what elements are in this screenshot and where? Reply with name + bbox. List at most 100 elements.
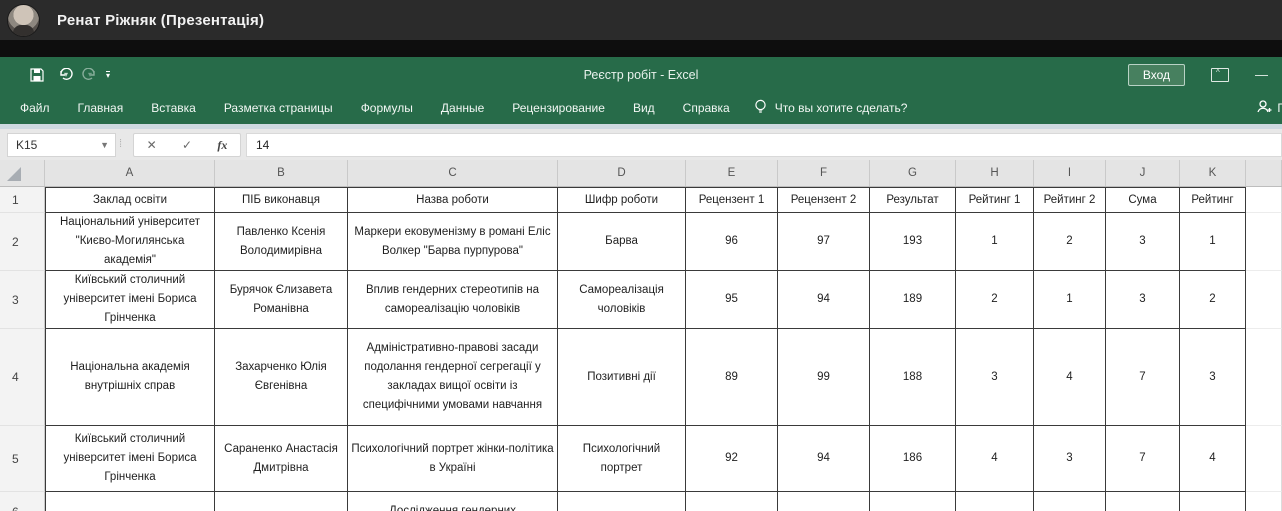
cell-B4[interactable]: Захарченко Юлія Євгенівна — [215, 329, 348, 426]
cell-H6[interactable] — [956, 492, 1034, 511]
cell-E3[interactable]: 95 — [686, 271, 778, 329]
cell-B6[interactable] — [215, 492, 348, 511]
cell-G4[interactable]: 188 — [870, 329, 956, 426]
customize-quick-access-icon[interactable]: ▾ — [106, 70, 111, 79]
cell-B1[interactable]: ПІБ виконавця — [215, 187, 348, 213]
cell-E1[interactable]: Рецензент 1 — [686, 187, 778, 213]
cell-K6[interactable] — [1180, 492, 1246, 511]
cell-K5[interactable]: 4 — [1180, 426, 1246, 492]
cell-I4[interactable]: 4 — [1034, 329, 1106, 426]
name-box-dropdown-icon[interactable]: ▼ — [100, 140, 109, 150]
cell-K3[interactable]: 2 — [1180, 271, 1246, 329]
ribbon-tab-6[interactable]: Рецензирование — [498, 92, 619, 124]
ribbon-tab-3[interactable]: Разметка страницы — [210, 92, 347, 124]
cell-D4[interactable]: Позитивні дії — [558, 329, 686, 426]
formula-input[interactable]: 14 — [246, 133, 1282, 157]
cell-G6[interactable] — [870, 492, 956, 511]
cell-I2[interactable]: 2 — [1034, 213, 1106, 271]
cell-B5[interactable]: Сараненко Анастасія Дмитрівна — [215, 426, 348, 492]
row-header-3[interactable]: 3 — [0, 271, 45, 329]
sign-in-button[interactable]: Вход — [1127, 63, 1185, 86]
cell-H1[interactable]: Рейтинг 1 — [956, 187, 1034, 213]
cell-J5[interactable]: 7 — [1106, 426, 1180, 492]
ribbon-tab-2[interactable]: Вставка — [137, 92, 210, 124]
cell-F3[interactable]: 94 — [778, 271, 870, 329]
cell-J2[interactable]: 3 — [1106, 213, 1180, 271]
ribbon-tab-4[interactable]: Формулы — [347, 92, 427, 124]
cell-C3[interactable]: Вплив гендерних стереотипів на самореалі… — [348, 271, 558, 329]
row-header-1[interactable]: 1 — [0, 187, 45, 213]
cell-E5[interactable]: 92 — [686, 426, 778, 492]
ribbon-tab-1[interactable]: Главная — [64, 92, 138, 124]
row-header-4[interactable]: 4 — [0, 329, 45, 426]
share-button[interactable]: П — [1256, 99, 1282, 117]
cell-A2[interactable]: Національний університет "Києво-Могилянс… — [45, 213, 215, 271]
cell-J4[interactable]: 7 — [1106, 329, 1180, 426]
cell-D1[interactable]: Шифр роботи — [558, 187, 686, 213]
cancel-entry-icon[interactable]: ✕ — [147, 138, 157, 152]
cell-B2[interactable]: Павленко Ксенія Володимирівна — [215, 213, 348, 271]
column-header-F[interactable]: F — [778, 160, 870, 186]
cell-D5[interactable]: Психологічний портрет — [558, 426, 686, 492]
cell-J6[interactable] — [1106, 492, 1180, 511]
cell-C2[interactable]: Маркери ековуменізму в романі Еліс Волке… — [348, 213, 558, 271]
column-header-A[interactable]: A — [45, 160, 215, 186]
column-header-B[interactable]: B — [215, 160, 348, 186]
cell-partial-6[interactable] — [1246, 492, 1282, 511]
cell-F4[interactable]: 99 — [778, 329, 870, 426]
row-header-2[interactable]: 2 — [0, 213, 45, 271]
cell-partial-5[interactable] — [1246, 426, 1282, 492]
insert-function-icon[interactable]: fx — [217, 138, 227, 153]
name-box[interactable]: K15 ▼ — [7, 133, 116, 157]
cell-C6[interactable]: Дослідження гендерних — [348, 492, 558, 511]
cell-J1[interactable]: Сума — [1106, 187, 1180, 213]
select-all-corner[interactable] — [0, 160, 45, 186]
tell-me-box[interactable]: Что вы хотите сделать? — [754, 99, 907, 118]
cell-K2[interactable]: 1 — [1180, 213, 1246, 271]
cell-I6[interactable] — [1034, 492, 1106, 511]
cell-C4[interactable]: Адміністративно-правові засади подолання… — [348, 329, 558, 426]
cell-A4[interactable]: Національна академія внутрішніх справ — [45, 329, 215, 426]
column-header-C[interactable]: C — [348, 160, 558, 186]
enter-entry-icon[interactable]: ✓ — [182, 138, 192, 152]
cell-J3[interactable]: 3 — [1106, 271, 1180, 329]
cell-H4[interactable]: 3 — [956, 329, 1034, 426]
cell-C5[interactable]: Психологічний портрет жінки-політика в У… — [348, 426, 558, 492]
cell-I1[interactable]: Рейтинг 2 — [1034, 187, 1106, 213]
cell-G1[interactable]: Результат — [870, 187, 956, 213]
cell-G2[interactable]: 193 — [870, 213, 956, 271]
ribbon-tab-7[interactable]: Вид — [619, 92, 669, 124]
cell-C1[interactable]: Назва роботи — [348, 187, 558, 213]
cell-partial-4[interactable] — [1246, 329, 1282, 426]
column-header-I[interactable]: I — [1034, 160, 1106, 186]
cell-F1[interactable]: Рецензент 2 — [778, 187, 870, 213]
cell-H3[interactable]: 2 — [956, 271, 1034, 329]
cell-E2[interactable]: 96 — [686, 213, 778, 271]
cell-F5[interactable]: 94 — [778, 426, 870, 492]
column-header-D[interactable]: D — [558, 160, 686, 186]
cell-E6[interactable] — [686, 492, 778, 511]
cell-D3[interactable]: Самореалізація чоловіків — [558, 271, 686, 329]
row-header-6[interactable]: 6 — [0, 492, 45, 511]
cell-partial-1[interactable] — [1246, 187, 1282, 213]
cell-F2[interactable]: 97 — [778, 213, 870, 271]
cell-G5[interactable]: 186 — [870, 426, 956, 492]
minimize-icon[interactable]: — — [1255, 68, 1268, 81]
cell-A3[interactable]: Київський столичний університет імені Бо… — [45, 271, 215, 329]
cell-F6[interactable] — [778, 492, 870, 511]
ribbon-tab-file[interactable]: Файл — [6, 92, 64, 124]
cell-partial-2[interactable] — [1246, 213, 1282, 271]
row-header-5[interactable]: 5 — [0, 426, 45, 492]
cell-I3[interactable]: 1 — [1034, 271, 1106, 329]
column-header-G[interactable]: G — [870, 160, 956, 186]
cell-D6[interactable] — [558, 492, 686, 511]
save-icon[interactable] — [30, 67, 44, 82]
cell-E4[interactable]: 89 — [686, 329, 778, 426]
cell-A5[interactable]: Київський столичний університет імені Бо… — [45, 426, 215, 492]
column-header-J[interactable]: J — [1106, 160, 1180, 186]
cell-K1[interactable]: Рейтинг — [1180, 187, 1246, 213]
column-header-K[interactable]: K — [1180, 160, 1246, 186]
cell-partial-3[interactable] — [1246, 271, 1282, 329]
column-header-E[interactable]: E — [686, 160, 778, 186]
column-header-partial[interactable] — [1246, 160, 1282, 186]
